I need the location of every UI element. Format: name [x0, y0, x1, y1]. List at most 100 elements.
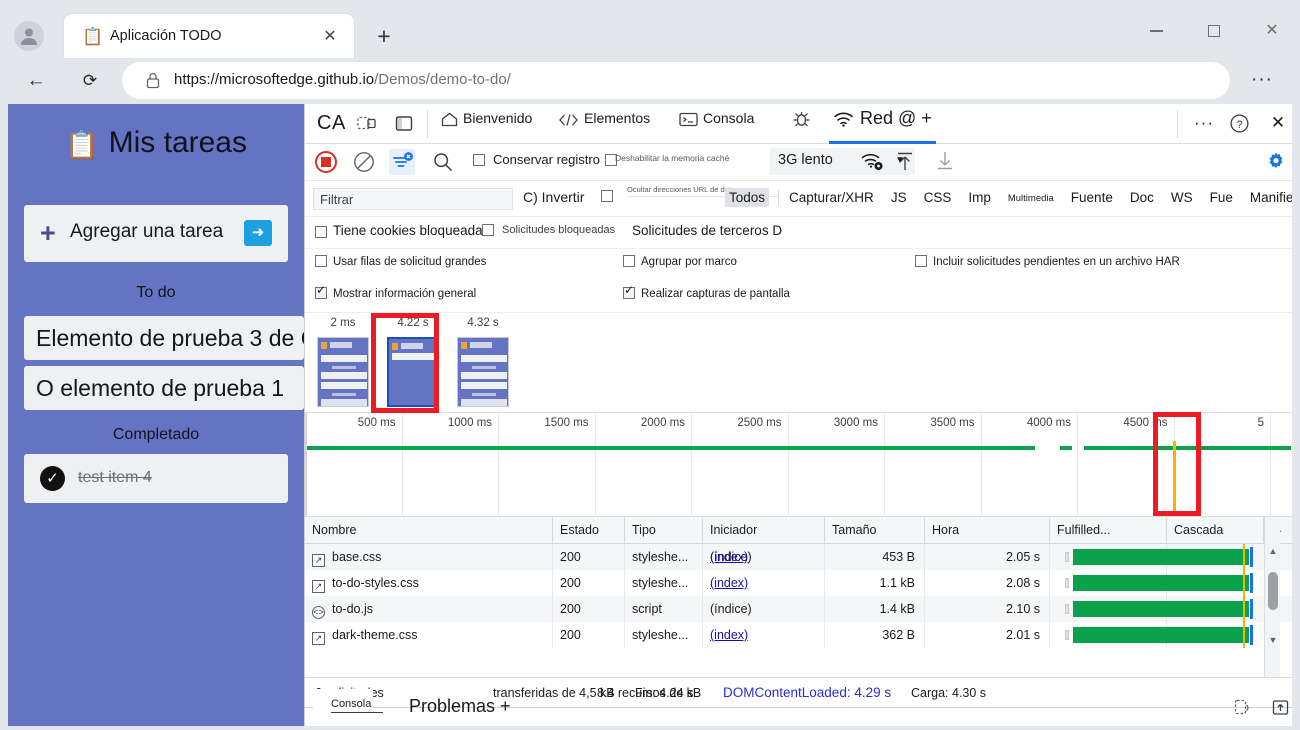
network-overview-timeline[interactable]: 500 ms1000 ms1500 ms2000 ms2500 ms3000 m…	[305, 413, 1292, 517]
reload-icon[interactable]: ⟳	[76, 67, 104, 95]
scrollbar-thumb[interactable]	[1268, 572, 1278, 610]
cell-cascada	[1057, 544, 1263, 570]
type-filter-img[interactable]: Imp	[964, 188, 995, 207]
cell-nombre[interactable]: ↗base.css	[305, 544, 553, 570]
throttle-dropdown[interactable]: 3G lento ▼	[770, 148, 915, 175]
type-filter-js[interactable]: JS	[887, 188, 911, 207]
column-header-tipo[interactable]: Tipo	[625, 517, 703, 543]
page-title: 📋Mis tareas	[8, 126, 304, 172]
check-circle-icon[interactable]: ✓	[40, 466, 65, 491]
type-filter-font[interactable]: Fuente	[1067, 188, 1117, 207]
vertical-scrollbar[interactable]: ▲ ▼	[1264, 517, 1280, 677]
clear-icon[interactable]	[353, 151, 375, 173]
column-header-tamao[interactable]: Tamaño	[825, 517, 925, 543]
type-filter-todos[interactable]: Todos	[725, 188, 769, 207]
new-tab-button[interactable]: +	[370, 23, 398, 51]
table-row[interactable]: ↗dark-theme.css200styleshe...(index)362 …	[305, 622, 1292, 648]
initiator-link[interactable]: (index)	[710, 628, 748, 642]
cell-iniciador[interactable]: (index)	[703, 622, 825, 648]
upload-icon[interactable]	[895, 150, 915, 175]
todo-item-label: test item 4	[78, 469, 152, 487]
help-icon[interactable]: ?	[1229, 113, 1250, 137]
tab-bienvenido[interactable]: Bienvenido	[441, 110, 532, 143]
navigation-bar: ← ⟳ https://microsoftedge.github.io/Demo…	[0, 58, 1300, 104]
device-icon[interactable]	[1233, 698, 1252, 720]
hide-data-urls-checkbox[interactable]	[601, 189, 619, 203]
gear-icon[interactable]	[1265, 151, 1287, 176]
export-icon[interactable]	[1271, 698, 1290, 720]
search-icon[interactable]	[433, 152, 453, 175]
list-item[interactable]: O elemento de prueba 1	[24, 366, 304, 410]
tab-consola[interactable]: Consola	[679, 110, 754, 143]
cell-nombre[interactable]: <>to-do.js	[305, 596, 553, 622]
browser-tab[interactable]: 📋 Aplicación TODO ✕	[64, 14, 354, 60]
option-show-overview[interactable]: Mostrar información general	[315, 287, 476, 300]
option-capture-screenshots[interactable]: Realizar capturas de pantalla	[623, 287, 790, 300]
filmstrip-frame[interactable]: 2 ms	[309, 317, 377, 409]
preserve-log-checkbox[interactable]	[473, 153, 491, 167]
list-item[interactable]: Elemento de prueba 3 de O	[24, 316, 304, 360]
drawer-tab-problemas[interactable]: Problemas +	[409, 696, 511, 717]
column-header-cascada[interactable]: Cascada	[1167, 517, 1264, 543]
tab-elementos[interactable]: Elementos	[558, 110, 650, 143]
table-row[interactable]: ↗to-do-styles.css200styleshe...(index)1.…	[305, 570, 1292, 596]
column-header-iniciador[interactable]: Iniciador	[703, 517, 825, 543]
timeline-tick-label: 1000 ms	[422, 417, 492, 429]
type-filter-media[interactable]: Multimedia	[1004, 188, 1058, 206]
scroll-down-icon[interactable]: ▼	[1267, 635, 1279, 647]
blocked-cookies-checkbox[interactable]	[315, 225, 333, 239]
option-include-har[interactable]: Incluir solicitudes pendientes en un arc…	[915, 255, 1180, 268]
minimize-icon[interactable]	[1134, 15, 1178, 47]
column-header-hora[interactable]: Hora	[925, 517, 1050, 543]
browser-more-icon[interactable]: ···	[1248, 68, 1276, 94]
filter-icon[interactable]	[389, 149, 415, 175]
dock-side-icon[interactable]	[357, 115, 376, 135]
option-big-rows[interactable]: Usar filas de solicitud grandes	[315, 255, 486, 268]
type-filter-css[interactable]: CSS	[920, 188, 956, 207]
download-icon[interactable]	[935, 150, 955, 175]
devtools-more-icon[interactable]: ···	[1191, 113, 1217, 135]
cell-nombre[interactable]: ↗dark-theme.css	[305, 622, 553, 648]
address-bar[interactable]: https://microsoftedge.github.io/Demos/de…	[122, 62, 1230, 99]
table-row[interactable]: <>to-do.js200script(índice)1.4 kB2.10 s	[305, 596, 1292, 622]
column-header-fulfilled[interactable]: Fulfilled...	[1050, 517, 1167, 543]
window-close-icon[interactable]: ✕	[1250, 15, 1294, 47]
drawer-tab-consola[interactable]: Consola	[331, 698, 371, 710]
record-stop-icon[interactable]	[315, 151, 337, 173]
wifi-gear-icon[interactable]	[861, 151, 884, 175]
close-icon[interactable]: ✕	[320, 27, 340, 47]
add-task-input[interactable]: Agregar una tarea	[70, 221, 223, 243]
initiator-link[interactable]: (index)	[710, 550, 748, 564]
type-filter-wasm[interactable]: Fue	[1206, 188, 1237, 207]
list-item[interactable]: ✓ test item 4	[24, 454, 288, 503]
back-arrow-icon[interactable]: ←	[22, 67, 50, 95]
scroll-up-icon[interactable]: ▲	[1267, 546, 1279, 558]
type-filter-xhr[interactable]: Capturar/XHR	[785, 188, 878, 207]
tab-bug[interactable]	[792, 110, 816, 143]
table-row[interactable]: ↗base.css200styleshe...(índice)(index)45…	[305, 544, 1292, 570]
third-party-label[interactable]: Solicitudes de terceros D	[632, 223, 782, 238]
cell-iniciador[interactable]: (índice)	[703, 596, 825, 622]
submit-task-button[interactable]: ➜	[244, 220, 272, 246]
cell-iniciador[interactable]: (index)	[703, 570, 825, 596]
dock-panel-icon[interactable]	[395, 115, 413, 135]
add-task-row[interactable]: + Agregar una tarea ➜	[24, 205, 288, 262]
search-input[interactable]: Filtrar	[313, 188, 513, 210]
avatar[interactable]	[14, 21, 44, 51]
type-filter-doc[interactable]: Doc	[1126, 188, 1158, 207]
blocked-requests-checkbox[interactable]	[482, 223, 500, 237]
invert-label[interactable]: C) Invertir	[523, 189, 584, 205]
devtools-close-icon[interactable]: ✕	[1267, 113, 1289, 135]
cell-nombre[interactable]: ↗to-do-styles.css	[305, 570, 553, 596]
option-group-by-frame[interactable]: Agrupar por marco	[623, 255, 737, 268]
filmstrip-frame[interactable]: 4.32 s	[449, 317, 517, 409]
column-header-estado[interactable]: Estado	[553, 517, 625, 543]
tab-red[interactable]: Red @ +	[829, 108, 936, 144]
timeline-tick-label: 3000 ms	[808, 417, 878, 429]
cell-iniciador[interactable]: (índice)(index)	[703, 544, 825, 570]
column-header-nombre[interactable]: Nombre	[305, 517, 553, 543]
type-filter-manifest[interactable]: Manifiesto	[1246, 188, 1292, 207]
initiator-link[interactable]: (index)	[710, 576, 748, 590]
maximize-icon[interactable]	[1192, 15, 1236, 47]
type-filter-ws[interactable]: WS	[1167, 188, 1197, 207]
